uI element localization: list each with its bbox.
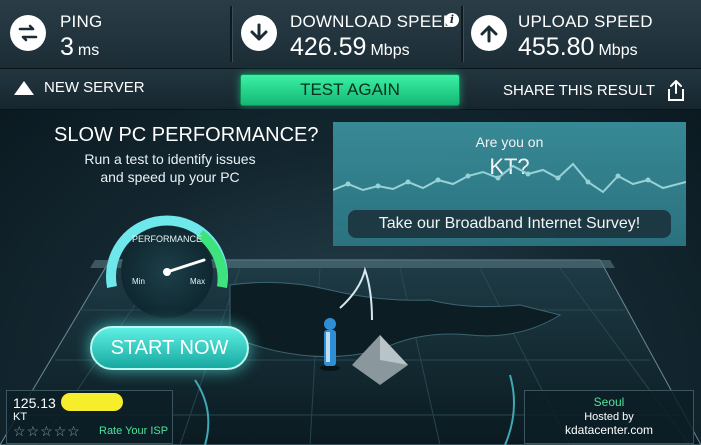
host-name[interactable]: kdatacenter.com [525,423,693,437]
download-value: 426.59 Mbps [290,33,410,61]
upload-stat: UPLOAD SPEED 455.80 Mbps [464,0,701,68]
ip-address: 125.13 [13,395,56,411]
new-server-button[interactable]: NEW SERVER [14,79,145,96]
results-bar: PING 3 ms DOWNLOAD SPEED i 426.59 Mbps UPL… [0,0,701,69]
ping-icon [10,15,46,51]
star-icon[interactable]: ☆ [13,423,26,440]
promo-title: SLOW PC PERFORMANCE? [54,124,319,146]
server-city: Seoul [593,395,625,409]
triangle-icon [14,80,34,95]
share-button[interactable]: SHARE THIS RESULT [503,78,687,102]
share-icon [668,80,684,101]
star-icon[interactable]: ☆ [40,423,53,440]
survey-question: Are you on [475,134,544,150]
star-icon[interactable]: ☆ [67,423,80,440]
upload-arrow-icon [471,15,507,51]
speedtest-app: PING 3 ms DOWNLOAD SPEED i 426.59 Mbps UPL… [0,0,701,445]
isp-info: 125.13 KT ☆ ☆ ☆ ☆ ☆ Rate Your ISP [6,390,173,444]
hosted-by-label: Hosted by [584,411,634,423]
upload-value: 455.80 Mbps [518,33,638,61]
test-again-button[interactable]: TEST AGAIN [240,74,460,106]
new-server-label: NEW SERVER [44,79,145,96]
survey-button[interactable]: Take our Broadband Internet Survey! [348,210,671,238]
main-stage: SLOW PC PERFORMANCE? Run a test to ident… [0,110,701,445]
isp-name: KT [13,411,28,423]
info-icon[interactable]: i [445,13,459,27]
promo-subtitle: Run a test to identify issues and speed … [84,151,256,185]
ping-value: 3 ms [60,33,100,61]
download-label: DOWNLOAD SPEED [290,12,456,31]
action-bar: NEW SERVER TEST AGAIN SHARE THIS RESULT [0,69,701,110]
gauge-min: Min [132,277,145,286]
ping-label: PING [60,12,103,31]
ping-stat: PING 3 ms [0,0,230,68]
download-arrow-icon [241,15,277,51]
download-stat: DOWNLOAD SPEED i 426.59 Mbps [233,0,461,68]
gauge-max: Max [190,277,205,286]
survey-panel: Are you on KT? Take our Broadband Intern… [333,122,686,246]
host-info: Seoul Hosted by kdatacenter.com [524,390,694,444]
rate-isp-link[interactable]: Rate Your ISP [99,425,168,437]
performance-gauge: PERFORMANCE Min Max [106,215,228,318]
star-icon[interactable]: ☆ [54,423,67,440]
start-now-button[interactable]: START NOW [90,326,249,370]
rating-stars[interactable]: ☆ ☆ ☆ ☆ ☆ [13,423,81,440]
upload-label: UPLOAD SPEED [518,12,653,31]
star-icon[interactable]: ☆ [27,423,40,440]
share-label: SHARE THIS RESULT [503,81,655,99]
redaction-mark [61,393,123,411]
gauge-label: PERFORMANCE [132,234,202,244]
